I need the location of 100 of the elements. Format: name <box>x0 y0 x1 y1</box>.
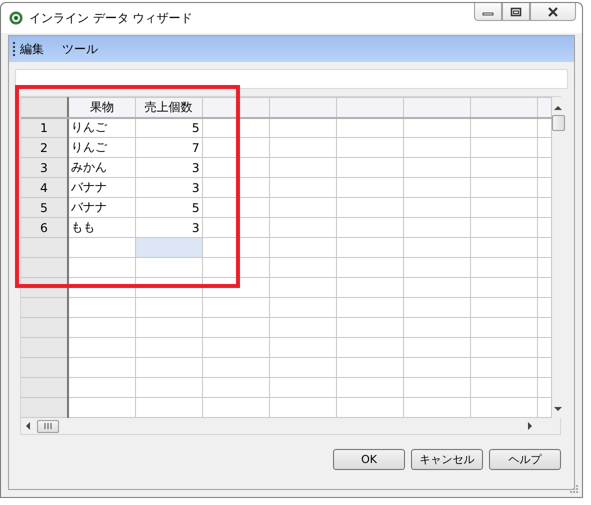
table-cell[interactable] <box>269 358 336 378</box>
table-cell[interactable] <box>403 118 470 138</box>
table-cell[interactable]: 5 <box>135 118 202 138</box>
table-cell[interactable] <box>336 378 403 398</box>
table-cell[interactable] <box>135 318 202 338</box>
table-cell[interactable] <box>336 278 403 298</box>
row-header[interactable]: 6 <box>21 218 68 238</box>
table-cell[interactable] <box>537 258 551 278</box>
row-header[interactable] <box>21 398 68 418</box>
table-cell[interactable]: りんご <box>68 118 135 138</box>
table-cell[interactable] <box>135 298 202 318</box>
table-cell[interactable] <box>537 238 551 258</box>
row-header[interactable] <box>21 238 68 258</box>
table-cell[interactable] <box>135 258 202 278</box>
table-cell[interactable] <box>537 138 551 158</box>
row-header[interactable] <box>21 318 68 338</box>
column-header[interactable] <box>537 98 551 118</box>
table-cell[interactable] <box>68 338 135 358</box>
table-cell[interactable] <box>269 238 336 258</box>
row-header[interactable]: 5 <box>21 198 68 218</box>
column-header[interactable]: 売上個数 <box>135 98 202 118</box>
table-cell[interactable] <box>269 178 336 198</box>
menu-item[interactable]: ツール <box>62 40 98 58</box>
table-cell[interactable] <box>135 238 202 258</box>
table-cell[interactable] <box>470 218 537 238</box>
maximize-button[interactable] <box>502 3 530 21</box>
table-cell[interactable] <box>202 218 269 238</box>
table-cell[interactable] <box>202 198 269 218</box>
column-header[interactable] <box>269 98 336 118</box>
table-cell[interactable] <box>336 358 403 378</box>
table-cell[interactable] <box>202 178 269 198</box>
table-cell[interactable] <box>336 178 403 198</box>
column-header[interactable]: 果物 <box>68 98 135 118</box>
table-cell[interactable] <box>269 318 336 338</box>
table-cell[interactable] <box>68 278 135 298</box>
table-cell[interactable] <box>202 358 269 378</box>
table-cell[interactable] <box>470 178 537 198</box>
scroll-thumb[interactable] <box>552 115 564 131</box>
table-cell[interactable] <box>403 258 470 278</box>
table-cell[interactable] <box>269 138 336 158</box>
table-cell[interactable] <box>470 238 537 258</box>
menu-item[interactable]: 編集 <box>20 40 44 58</box>
table-cell[interactable] <box>336 298 403 318</box>
table-cell[interactable] <box>336 198 403 218</box>
table-cell[interactable]: 3 <box>135 158 202 178</box>
table-cell[interactable] <box>537 318 551 338</box>
table-cell[interactable]: もも <box>68 218 135 238</box>
table-cell[interactable] <box>470 258 537 278</box>
row-header[interactable]: 4 <box>21 178 68 198</box>
table-cell[interactable] <box>403 338 470 358</box>
table-cell[interactable] <box>68 318 135 338</box>
table-cell[interactable] <box>537 158 551 178</box>
table-cell[interactable] <box>68 238 135 258</box>
table-cell[interactable] <box>403 218 470 238</box>
table-cell[interactable] <box>269 298 336 318</box>
table-cell[interactable] <box>537 378 551 398</box>
table-cell[interactable] <box>269 198 336 218</box>
row-header[interactable] <box>21 378 68 398</box>
table-cell[interactable] <box>68 258 135 278</box>
table-cell[interactable] <box>269 218 336 238</box>
table-cell[interactable] <box>403 158 470 178</box>
table-cell[interactable] <box>135 378 202 398</box>
table-cell[interactable] <box>403 298 470 318</box>
table-cell[interactable]: 3 <box>135 178 202 198</box>
table-cell[interactable]: りんご <box>68 138 135 158</box>
table-cell[interactable] <box>202 338 269 358</box>
table-cell[interactable] <box>403 318 470 338</box>
table-cell[interactable] <box>470 338 537 358</box>
table-cell[interactable]: 7 <box>135 138 202 158</box>
table-cell[interactable] <box>403 278 470 298</box>
table-cell[interactable] <box>537 358 551 378</box>
row-header[interactable]: 1 <box>21 118 68 138</box>
row-header[interactable] <box>21 338 68 358</box>
column-header[interactable] <box>403 98 470 118</box>
table-cell[interactable] <box>202 118 269 138</box>
table-cell[interactable] <box>537 338 551 358</box>
table-cell[interactable] <box>68 378 135 398</box>
table-cell[interactable]: みかん <box>68 158 135 178</box>
table-cell[interactable] <box>336 338 403 358</box>
table-cell[interactable] <box>470 378 537 398</box>
input-field[interactable] <box>15 69 568 89</box>
table-cell[interactable] <box>202 318 269 338</box>
table-cell[interactable] <box>470 118 537 138</box>
table-cell[interactable] <box>403 198 470 218</box>
table-cell[interactable]: バナナ <box>68 198 135 218</box>
table-cell[interactable] <box>470 318 537 338</box>
column-header[interactable] <box>202 98 269 118</box>
table-cell[interactable] <box>135 338 202 358</box>
table-cell[interactable] <box>202 258 269 278</box>
table-cell[interactable] <box>470 138 537 158</box>
table-cell[interactable] <box>202 138 269 158</box>
table-cell[interactable] <box>135 358 202 378</box>
column-header[interactable] <box>336 98 403 118</box>
table-cell[interactable] <box>202 278 269 298</box>
table-cell[interactable] <box>336 318 403 338</box>
minimize-button[interactable] <box>474 3 502 21</box>
table-cell[interactable] <box>68 298 135 318</box>
table-cell[interactable] <box>403 358 470 378</box>
row-header[interactable]: 3 <box>21 158 68 178</box>
table-cell[interactable] <box>336 158 403 178</box>
